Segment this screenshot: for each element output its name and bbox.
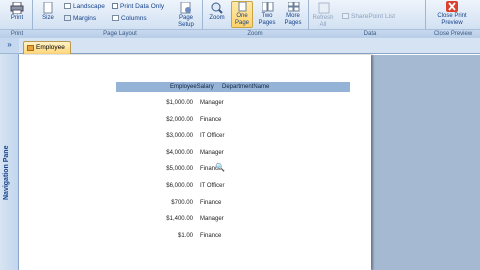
- landscape-button[interactable]: Landscape: [64, 3, 105, 10]
- one-page-label: One Page: [234, 13, 249, 26]
- refresh-all-label: Refresh All: [312, 15, 334, 28]
- close-print-preview-button[interactable]: Close Print Preview: [430, 1, 474, 27]
- zoom-label: Zoom: [209, 15, 225, 21]
- navigation-pane-label: Navigation Pane: [3, 145, 10, 200]
- salary-cell: $4,000.00: [166, 149, 193, 156]
- print-data-only-label: Print Data Only: [120, 3, 165, 10]
- page-size-icon: [43, 2, 53, 14]
- print-button[interactable]: Print: [6, 2, 28, 22]
- two-pages-button[interactable]: Two Pages: [256, 2, 280, 27]
- one-page-icon: [238, 2, 247, 12]
- margins-label: Margins: [73, 15, 97, 22]
- report-icon: [27, 45, 34, 51]
- salary-cell: $6,000.00: [166, 183, 193, 189]
- print-data-only-checkbox[interactable]: Print Data Only: [112, 3, 164, 10]
- checkbox-icon: [112, 3, 118, 10]
- close-print-preview-label: Close Print Preview: [437, 13, 467, 26]
- size-button[interactable]: Size: [37, 2, 59, 22]
- report-page: EmployeeSalary DepartmentName $1,000.00 M…: [20, 55, 371, 270]
- page-setup-button[interactable]: Page Setup: [173, 2, 199, 29]
- sharepoint-list-label: SharePoint List: [351, 13, 396, 20]
- tab-employee-label: Employee: [36, 44, 65, 51]
- refresh-icon: [318, 2, 330, 14]
- magnifier-cursor-icon: 🔍: [215, 163, 225, 172]
- ribbon-group-labels: Print Page Layout Zoom Data Close Previe…: [0, 29, 480, 38]
- column-header-salary: EmployeeSalary: [170, 83, 214, 90]
- print-group-label: Print: [10, 31, 24, 37]
- department-cell: Manager: [200, 100, 224, 106]
- document-tab-strip: Employee: [19, 38, 480, 54]
- more-pages-button[interactable]: More Pages: [282, 2, 306, 27]
- two-pages-label: Two Pages: [258, 13, 276, 26]
- close-preview-group-label: Close Preview: [433, 31, 473, 37]
- tab-employee[interactable]: Employee: [23, 41, 71, 54]
- columns-label: Columns: [121, 15, 147, 22]
- department-cell: IT Officer: [200, 183, 225, 189]
- print-preview-area[interactable]: EmployeeSalary DepartmentName $1,000.00 M…: [20, 55, 480, 270]
- page-layout-group-label: Page Layout: [103, 31, 137, 37]
- page-setup-icon: [180, 2, 191, 14]
- chevron-right-icon: »: [7, 40, 12, 49]
- sharepoint-icon: [342, 13, 349, 20]
- sharepoint-list-button[interactable]: SharePoint List: [342, 13, 395, 20]
- salary-cell: $3,000.00: [166, 133, 193, 140]
- salary-cell: $5,000.00: [166, 166, 193, 173]
- salary-cell: $1,400.00: [166, 216, 193, 223]
- report-header-row: EmployeeSalary DepartmentName: [116, 82, 350, 92]
- columns-button[interactable]: Columns: [112, 15, 147, 22]
- two-pages-icon: [262, 2, 274, 12]
- print-label: Print: [10, 15, 24, 21]
- salary-cell: $700.00: [171, 199, 193, 206]
- zoom-button[interactable]: Zoom: [206, 2, 228, 22]
- zoom-group-label: Zoom: [247, 31, 263, 37]
- size-label: Size: [42, 15, 54, 21]
- page-setup-label: Page Setup: [178, 15, 194, 28]
- landscape-icon: [64, 3, 71, 10]
- department-cell: Finance: [200, 232, 222, 239]
- salary-cell: $1.00: [177, 232, 193, 239]
- one-page-button[interactable]: One Page: [231, 1, 253, 28]
- department-cell: Finance: [200, 116, 222, 123]
- navigation-pane-toggle[interactable]: »: [0, 38, 19, 54]
- margins-button[interactable]: Margins: [64, 15, 96, 22]
- landscape-label: Landscape: [73, 3, 105, 10]
- more-pages-icon: [288, 2, 300, 12]
- zoom-icon: [211, 2, 223, 14]
- more-pages-label: More Pages: [284, 13, 302, 26]
- department-cell: Manager: [200, 149, 224, 156]
- columns-icon: [112, 15, 119, 22]
- column-header-department: DepartmentName: [222, 83, 270, 90]
- salary-cell: $1,000.00: [166, 100, 193, 106]
- department-cell: Manager: [200, 216, 224, 223]
- department-cell: IT Officer: [200, 133, 225, 140]
- department-cell: Finance: [200, 199, 222, 206]
- close-icon: [446, 1, 458, 12]
- data-group-label: Data: [363, 31, 377, 37]
- ribbon: Print Size Landscape Margins Print Data …: [0, 0, 480, 38]
- margins-icon: [64, 15, 71, 22]
- refresh-all-button[interactable]: Refresh All: [312, 2, 336, 29]
- salary-cell: $2,000.00: [166, 116, 193, 123]
- printer-icon: [10, 2, 24, 14]
